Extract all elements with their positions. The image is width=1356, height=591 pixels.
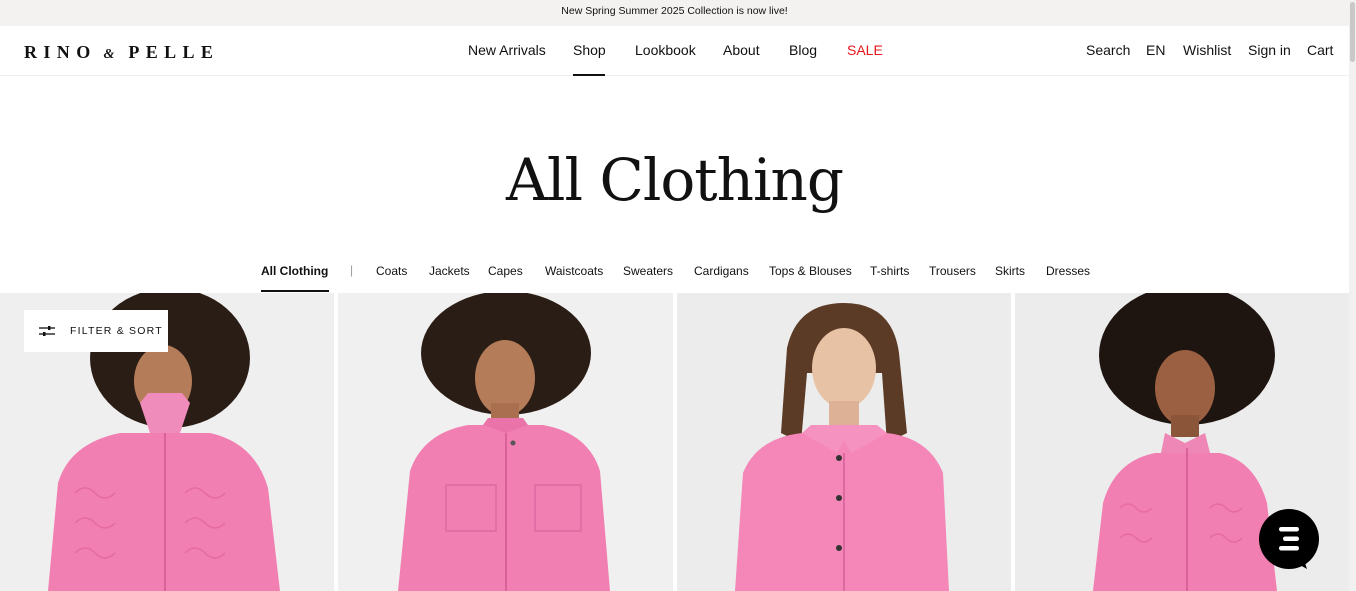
product-grid bbox=[0, 293, 1349, 591]
chat-button[interactable] bbox=[1259, 509, 1319, 569]
page-scrollbar[interactable] bbox=[1349, 0, 1356, 591]
sliders-icon bbox=[39, 326, 55, 336]
product-image[interactable] bbox=[338, 293, 673, 591]
category-tab-tshirts[interactable]: T-shirts bbox=[870, 264, 909, 278]
category-tab-jackets[interactable]: Jackets bbox=[429, 264, 470, 278]
nav-lookbook[interactable]: Lookbook bbox=[635, 42, 696, 58]
site-header: RINO & PELLE New Arrivals Shop Lookbook … bbox=[0, 26, 1349, 76]
scrollbar-thumb[interactable] bbox=[1350, 2, 1355, 62]
announcement-bar: New Spring Summer 2025 Collection is now… bbox=[0, 0, 1349, 26]
sign-in-link[interactable]: Sign in bbox=[1248, 42, 1291, 58]
category-tab-skirts[interactable]: Skirts bbox=[995, 264, 1025, 278]
page-title: All Clothing bbox=[506, 146, 844, 214]
category-tab-cardigans[interactable]: Cardigans bbox=[694, 264, 749, 278]
product-card[interactable] bbox=[338, 293, 673, 591]
filter-sort-button[interactable]: FILTER & SORT bbox=[24, 310, 168, 352]
filter-sort-label: FILTER & SORT bbox=[70, 325, 163, 337]
nav-about[interactable]: About bbox=[723, 42, 760, 58]
cart-link[interactable]: Cart bbox=[1307, 42, 1333, 58]
announcement-text: New Spring Summer 2025 Collection is now… bbox=[561, 5, 788, 17]
language-selector[interactable]: EN bbox=[1146, 42, 1165, 58]
category-tabs: All Clothing | Coats Jackets Capes Waist… bbox=[0, 263, 1349, 292]
category-separator: | bbox=[350, 263, 354, 277]
category-tab-coats[interactable]: Coats bbox=[376, 264, 407, 278]
category-tab-capes[interactable]: Capes bbox=[488, 264, 523, 278]
category-tab-dresses[interactable]: Dresses bbox=[1046, 264, 1090, 278]
nav-blog[interactable]: Blog bbox=[789, 42, 817, 58]
category-tab-sweaters[interactable]: Sweaters bbox=[623, 264, 673, 278]
category-tab-trousers[interactable]: Trousers bbox=[929, 264, 976, 278]
category-tab-all-clothing[interactable]: All Clothing bbox=[261, 264, 328, 278]
nav-sale[interactable]: SALE bbox=[847, 42, 883, 58]
nav-shop[interactable]: Shop bbox=[573, 42, 606, 58]
search-link[interactable]: Search bbox=[1086, 42, 1130, 58]
chat-icon bbox=[1279, 527, 1307, 569]
wishlist-link[interactable]: Wishlist bbox=[1183, 42, 1231, 58]
category-tab-waistcoats[interactable]: Waistcoats bbox=[545, 264, 603, 278]
category-tab-tops-blouses[interactable]: Tops & Blouses bbox=[769, 264, 852, 278]
product-image[interactable] bbox=[677, 293, 1011, 591]
category-active-indicator bbox=[261, 290, 329, 292]
product-card[interactable] bbox=[677, 293, 1011, 591]
main-nav: New Arrivals Shop Lookbook About Blog SA… bbox=[0, 26, 1349, 76]
nav-new-arrivals[interactable]: New Arrivals bbox=[468, 42, 546, 58]
nav-active-indicator bbox=[573, 74, 605, 76]
